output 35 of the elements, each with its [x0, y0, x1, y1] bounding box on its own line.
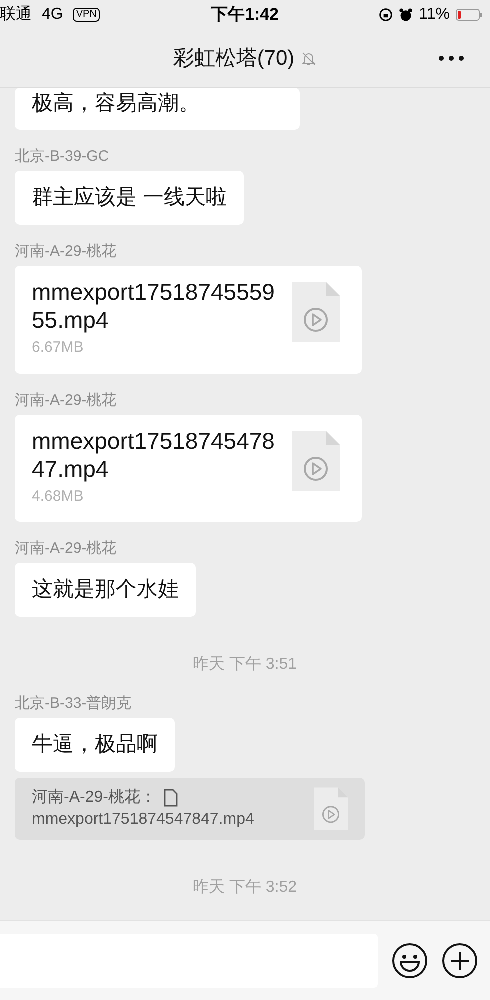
quoted-message[interactable]: 河南-A-29-桃花： mmexport1751874547847.mp4 [15, 778, 365, 840]
sender-name: 北京-B-33-普朗克 [15, 695, 133, 713]
video-file-icon [292, 430, 340, 490]
chat-title: 彩虹松塔(70) [173, 46, 295, 72]
network-type: 4G [42, 5, 64, 25]
sender-name: 北京-B-39-GC [15, 148, 110, 166]
message-bubble[interactable]: 这就是那个水娃 [15, 563, 196, 617]
message-bubble[interactable]: 极高，容易高潮。 [15, 88, 300, 130]
sender-name: 河南-A-29-桃花 [15, 540, 118, 558]
file-name: mmexport1751874555955.mp4 [32, 278, 276, 334]
battery-icon [456, 9, 482, 21]
timestamp: 昨天 下午 3:51 [192, 655, 298, 675]
vpn-badge: VPN [73, 8, 100, 22]
quoted-sender: 河南-A-29-桃花： [32, 788, 156, 808]
message-bubble[interactable]: 牛逼，极品啊 [15, 718, 175, 772]
file-message[interactable]: mmexport1751874555955.mp4 6.67MB [15, 266, 362, 374]
alarm-icon [399, 8, 414, 22]
timestamp: 昨天 下午 3:52 [192, 878, 298, 898]
carrier-name: 联通 [0, 4, 32, 25]
file-name: mmexport1751874547847.mp4 [32, 426, 276, 482]
emoji-icon[interactable] [392, 942, 428, 978]
video-file-icon [292, 282, 340, 342]
document-icon [164, 789, 178, 807]
plus-icon[interactable] [442, 942, 478, 978]
rotation-lock-icon [379, 8, 394, 22]
video-file-icon [314, 787, 348, 831]
file-message[interactable]: mmexport1751874547847.mp4 4.68MB [15, 414, 362, 522]
quoted-filename: mmexport1751874547847.mp4 [32, 810, 256, 830]
clock: 下午1:42 [210, 4, 280, 26]
sender-name: 河南-A-29-桃花 [15, 243, 118, 261]
sender-name: 河南-A-29-桃花 [15, 392, 118, 410]
battery-percent: 11% [419, 5, 450, 25]
message-bubble[interactable]: 群主应该是 一线天啦 [15, 171, 244, 225]
file-size: 6.67MB [32, 338, 85, 358]
file-size: 4.68MB [32, 486, 85, 506]
